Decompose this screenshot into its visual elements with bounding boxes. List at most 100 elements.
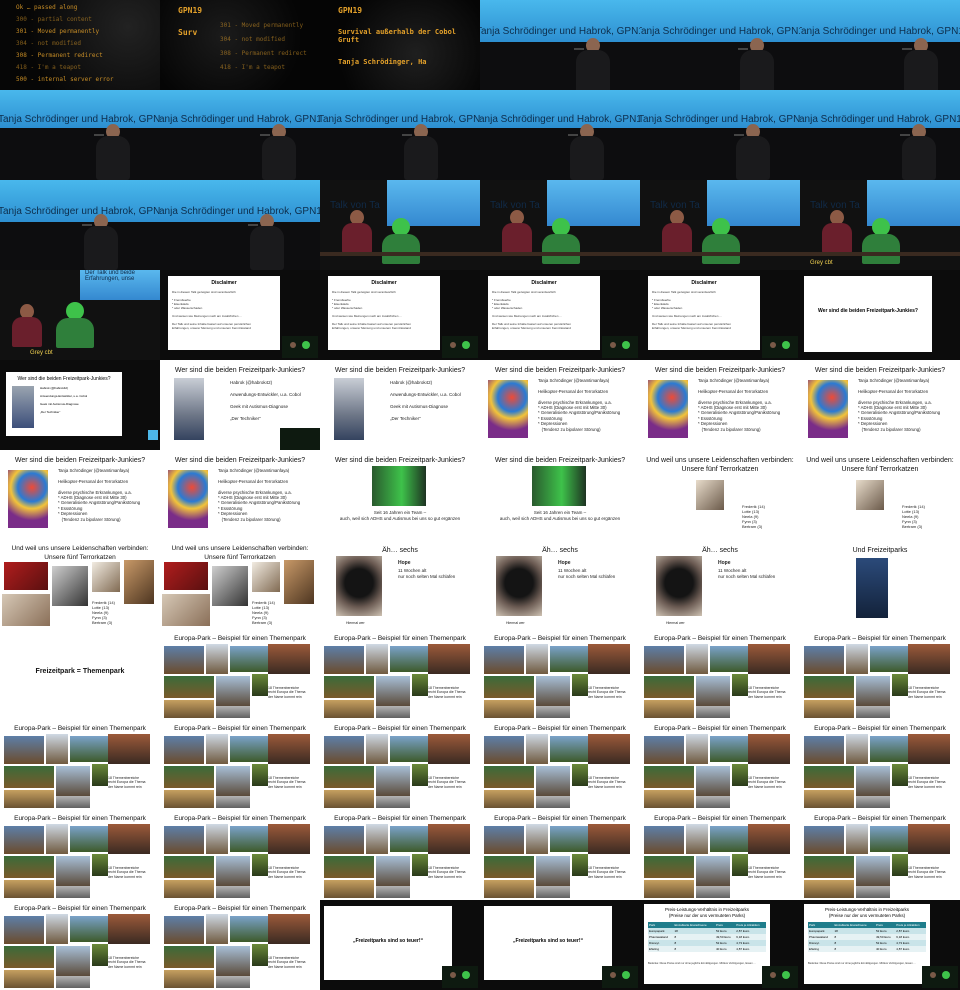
microphone-icon <box>902 48 912 50</box>
park-collage-photo <box>164 826 204 854</box>
slide-body: Tanja Schrödinger (@teamtimanfaya) Helik… <box>538 378 621 432</box>
screen-caption: Tanja Schrödinger und Habrok, GPN19 <box>0 114 160 125</box>
collage-note: 18 Themenbereiche recht Europa die Thema… <box>588 866 626 879</box>
thumbnail-europa: Europa-Park – Beispiel für einen Themenp… <box>480 810 640 900</box>
park-group-photo <box>856 558 888 618</box>
microphone-icon <box>248 224 258 226</box>
park-collage-photo <box>206 734 228 764</box>
cat-photo <box>252 562 280 592</box>
pip-person-dot <box>462 971 470 979</box>
park-collage-photo <box>526 824 548 854</box>
slide-title: Europa-Park – Beispiel für einen Themenp… <box>174 905 306 912</box>
park-collage-photo <box>550 736 588 762</box>
balloon-photo <box>488 380 528 438</box>
pip-person-dot <box>930 972 936 978</box>
thumbnail-quote-proj: „Freizeitparks sind so teuer!“ <box>320 900 480 990</box>
park-collage-photo <box>428 644 470 674</box>
park-collage-photo <box>206 914 228 944</box>
stage-tag: Grey cbt <box>810 260 833 266</box>
screen-caption: Tanja Schrödinger und Habrok, GPN19 <box>160 206 320 217</box>
pip-person-dot <box>770 342 776 348</box>
park-collage-photo <box>324 736 364 764</box>
park-collage-photo <box>846 644 868 674</box>
title-partial: Surv <box>178 28 198 37</box>
park-collage-photo <box>4 856 54 878</box>
thumbnail-junkies-tanja: Wer sind die beiden Freizeitpark-Junkies… <box>640 360 800 450</box>
park-collage-photo <box>710 736 748 762</box>
speaker-two-body <box>382 234 420 264</box>
balloon-photo <box>8 470 48 528</box>
park-collage-photo <box>550 826 588 852</box>
speaker-two-body <box>56 318 94 348</box>
park-collage-photo <box>164 946 214 968</box>
park-collage-photo <box>164 880 214 898</box>
event-label: GPN19 <box>338 6 363 15</box>
park-collage-photo <box>164 766 214 788</box>
balloon-photo <box>168 470 208 528</box>
thumbnail-price-proj: Preis-Leistungs-Verhältnis in Freizeitpa… <box>640 900 800 990</box>
park-collage-photo <box>366 644 388 674</box>
speaker-one-body <box>822 223 852 253</box>
park-collage-photo <box>56 856 90 886</box>
speaker-two-body <box>862 234 900 264</box>
park-collage-photo <box>696 886 730 898</box>
slide-title: Äh… sechs <box>702 547 738 554</box>
park-collage-photo <box>216 796 250 808</box>
park-collage-photo <box>92 944 108 966</box>
slide-body: Habrok (@habrok42) Anwendungs-Entwickler… <box>40 386 88 414</box>
thumbnail-stage: Tanja Schrödinger und Habrok, GPN19 <box>800 0 960 90</box>
slide-card: Disclaimer Die in diesem Talk gezeigten s… <box>488 276 600 350</box>
price-cell: 40 Euro <box>714 946 736 952</box>
park-collage-photo <box>4 826 44 854</box>
price-cell: 40 Euro <box>874 946 896 952</box>
slide-statement: Freizeitpark = Themenpark <box>35 668 125 675</box>
status-code-line: 300 - partial content <box>16 16 92 23</box>
park-collage-photo <box>366 734 388 764</box>
park-collage-photo <box>46 734 68 764</box>
park-collage-photo <box>376 676 410 706</box>
park-collage-photo <box>92 854 108 876</box>
park-collage-photo <box>56 796 90 808</box>
hope-details: 11 Wochen alt nur noch selten Mal schlaf… <box>718 568 776 579</box>
lectern <box>320 252 480 256</box>
slide-card: Wer sind die beiden Freizeitpark-Junkies… <box>804 276 932 352</box>
slide-title: Europa-Park – Beispiel für einen Themenp… <box>14 905 146 912</box>
balloon-photo <box>648 380 688 438</box>
slide-title: Disclaimer <box>371 280 397 286</box>
slide-title: Disclaimer <box>211 280 237 286</box>
pip-person-dot <box>942 971 950 979</box>
kitten-photo <box>336 556 382 616</box>
cat-photo <box>52 566 88 606</box>
thumbnail-europa: Europa-Park – Beispiel für einen Themenp… <box>800 630 960 720</box>
speaker-pip-icon <box>280 428 320 450</box>
thumbnail-stage-wide: Tanja Schrödinger und Habrok, GPN19 <box>320 90 480 180</box>
thumbnail-hope: Äh… sechs Hope 11 Wochen alt nur noch selt… <box>640 540 800 630</box>
park-collage-photo <box>324 676 374 698</box>
robot-photo <box>174 378 204 440</box>
speaker-pip-icon <box>282 336 318 358</box>
slide-title: Europa-Park – Beispiel für einen Themenp… <box>174 635 306 642</box>
park-collage-photo <box>324 790 374 808</box>
thumbnail-junkies-habrok: Wer sind die beiden Freizeitpark-Junkies… <box>320 360 480 450</box>
cat-name-list: Frederik (14) Lotte (13) Neela (9) Fynn … <box>742 504 765 529</box>
status-code-line: 308 - Permanent redirect <box>16 52 103 59</box>
cat-photo <box>92 562 120 592</box>
park-collage-photo <box>216 976 250 988</box>
speaker-body <box>96 136 130 180</box>
collage-note: 18 Themenbereiche recht Europa die Thema… <box>908 776 946 789</box>
park-collage-photo <box>412 764 428 786</box>
status-code-line: 301 - Moved permanently <box>16 28 100 35</box>
thumbnail-stage-wide: Tanja Schrödinger und Habrok, GPN19 <box>0 180 160 270</box>
thumbnail-europa: Europa-Park – Beispiel für einen Themenp… <box>0 810 160 900</box>
speaker-body <box>84 226 118 270</box>
status-code-line: 304 - not modified <box>16 40 82 47</box>
park-collage-photo <box>216 886 250 898</box>
microphone-icon <box>260 134 270 136</box>
collage-note: 18 Themenbereiche recht Europa die Thema… <box>268 866 306 879</box>
thumbnail-duo: Talk von Ta <box>480 180 640 270</box>
park-collage-photo <box>536 766 570 796</box>
park-collage-photo <box>164 790 214 808</box>
park-collage-photo <box>588 644 630 674</box>
screen-caption: Tanja Schrödinger und Habrok, GPN19 <box>480 114 640 125</box>
park-collage-photo <box>412 854 428 876</box>
